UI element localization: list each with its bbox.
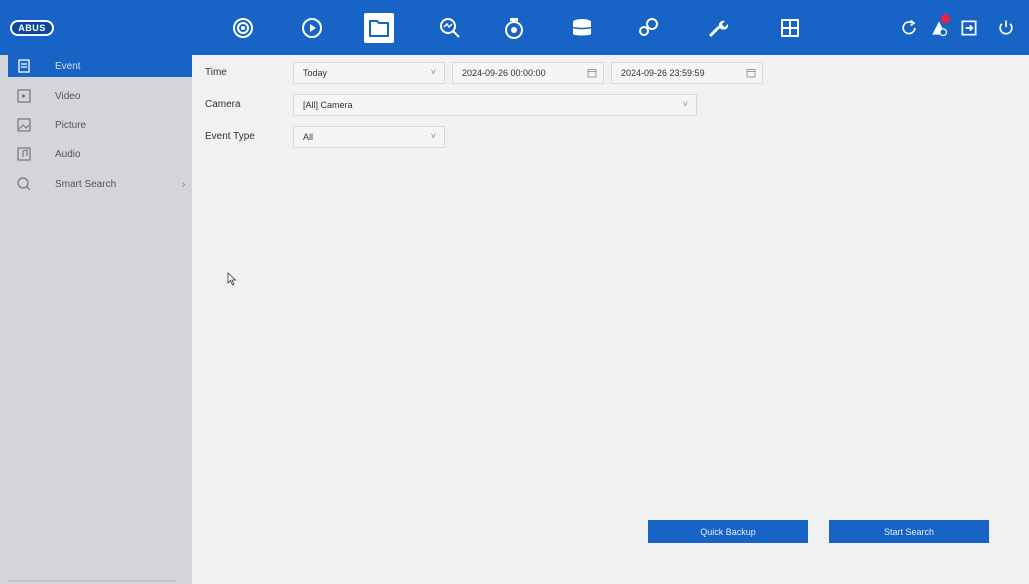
sidebar-item-audio[interactable]: Audio xyxy=(8,143,192,165)
multi-view-icon[interactable] xyxy=(776,14,804,42)
event-type-select[interactable]: All ˅ xyxy=(293,126,445,148)
quick-backup-button[interactable]: Quick Backup xyxy=(648,520,808,543)
smart-search-icon xyxy=(14,174,34,194)
sidebar-item-picture[interactable]: Picture xyxy=(8,114,192,136)
camera-select[interactable]: [All] Camera ˅ xyxy=(293,94,697,116)
sidebar: Event Video Picture Audio Smart Search › xyxy=(0,55,192,584)
start-time-value: 2024-09-26 00:00:00 xyxy=(462,68,546,78)
camera-value: [All] Camera xyxy=(303,100,353,110)
live-view-icon[interactable] xyxy=(229,14,257,42)
chevron-right-icon: › xyxy=(182,178,186,190)
time-label: Time xyxy=(205,67,227,78)
file-management-icon[interactable] xyxy=(364,13,394,43)
sidebar-item-label: Video xyxy=(55,90,81,102)
start-search-button[interactable]: Start Search xyxy=(829,520,989,543)
calendar-icon[interactable] xyxy=(587,68,597,78)
end-time-value: 2024-09-26 23:59:59 xyxy=(621,68,705,78)
sidebar-item-label: Audio xyxy=(55,148,81,160)
audio-icon xyxy=(14,144,34,164)
start-time-field[interactable]: 2024-09-26 00:00:00 xyxy=(452,62,604,84)
refresh-icon[interactable] xyxy=(898,17,920,39)
event-type-label: Event Type xyxy=(205,131,255,142)
sidebar-item-video[interactable]: Video xyxy=(8,85,192,107)
sidebar-item-label: Picture xyxy=(55,119,87,131)
top-navigation-bar: ABUS xyxy=(0,0,1029,55)
chevron-down-icon: ˅ xyxy=(430,131,436,141)
alarm-badge xyxy=(941,14,950,23)
picture-icon xyxy=(14,115,34,135)
sidebar-item-event[interactable]: Event xyxy=(8,55,192,77)
power-icon[interactable] xyxy=(995,17,1017,39)
maintenance-icon[interactable] xyxy=(704,14,732,42)
chevron-down-icon: ˅ xyxy=(682,99,688,109)
logout-icon[interactable] xyxy=(958,17,980,39)
sidebar-item-smart-search[interactable]: Smart Search › xyxy=(8,173,192,195)
storage-icon[interactable] xyxy=(568,14,596,42)
camera-icon[interactable] xyxy=(500,14,528,42)
time-range-value: Today xyxy=(303,68,328,78)
abus-logo: ABUS xyxy=(10,20,54,36)
end-time-field[interactable]: 2024-09-26 23:59:59 xyxy=(611,62,763,84)
time-range-select[interactable]: Today ˅ xyxy=(293,62,445,84)
mouse-cursor-icon xyxy=(227,272,237,286)
event-type-value: All xyxy=(303,132,314,142)
event-icon xyxy=(14,56,34,76)
calendar-icon[interactable] xyxy=(746,68,756,78)
sidebar-footer-divider xyxy=(8,580,176,582)
video-icon xyxy=(14,86,34,106)
camera-label: Camera xyxy=(205,99,241,110)
system-settings-icon[interactable] xyxy=(634,14,662,42)
sidebar-item-label: Event xyxy=(55,60,81,72)
playback-icon[interactable] xyxy=(298,14,326,42)
sidebar-item-label: Smart Search xyxy=(55,178,117,190)
smart-analysis-icon[interactable] xyxy=(436,14,464,42)
chevron-down-icon: ˅ xyxy=(430,67,436,77)
alarm-icon[interactable] xyxy=(928,14,950,39)
